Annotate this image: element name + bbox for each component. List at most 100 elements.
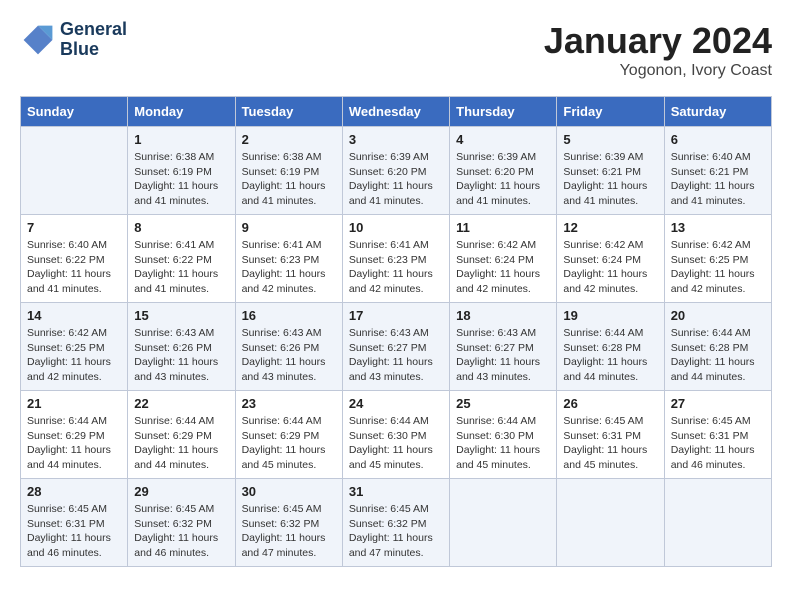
calendar-week-row: 7 Sunrise: 6:40 AMSunset: 6:22 PMDaylight… — [21, 215, 772, 303]
logo: General Blue — [20, 20, 127, 60]
calendar-week-row: 21 Sunrise: 6:44 AMSunset: 6:29 PMDayligh… — [21, 391, 772, 479]
calendar-cell: 7 Sunrise: 6:40 AMSunset: 6:22 PMDaylight… — [21, 215, 128, 303]
day-info: Sunrise: 6:44 AMSunset: 6:28 PMDaylight:… — [671, 326, 765, 385]
day-info: Sunrise: 6:43 AMSunset: 6:26 PMDaylight:… — [242, 326, 336, 385]
day-number: 5 — [563, 132, 657, 147]
day-number: 8 — [134, 220, 228, 235]
calendar-cell: 29 Sunrise: 6:45 AMSunset: 6:32 PMDayligh… — [128, 479, 235, 567]
day-number: 31 — [349, 484, 443, 499]
calendar-cell — [21, 127, 128, 215]
day-info: Sunrise: 6:42 AMSunset: 6:25 PMDaylight:… — [671, 238, 765, 297]
calendar-week-row: 1 Sunrise: 6:38 AMSunset: 6:19 PMDaylight… — [21, 127, 772, 215]
day-number: 10 — [349, 220, 443, 235]
day-number: 11 — [456, 220, 550, 235]
day-number: 7 — [27, 220, 121, 235]
day-info: Sunrise: 6:44 AMSunset: 6:29 PMDaylight:… — [27, 414, 121, 473]
day-number: 24 — [349, 396, 443, 411]
calendar-cell: 5 Sunrise: 6:39 AMSunset: 6:21 PMDaylight… — [557, 127, 664, 215]
page-header: General Blue January 2024 Yogonon, Ivory… — [20, 20, 772, 80]
calendar-cell: 1 Sunrise: 6:38 AMSunset: 6:19 PMDaylight… — [128, 127, 235, 215]
day-info: Sunrise: 6:42 AMSunset: 6:24 PMDaylight:… — [563, 238, 657, 297]
weekday-header: Sunday — [21, 97, 128, 127]
calendar-cell — [450, 479, 557, 567]
weekday-header: Monday — [128, 97, 235, 127]
day-number: 19 — [563, 308, 657, 323]
day-number: 6 — [671, 132, 765, 147]
calendar-cell: 30Sunrise: 6:45 AMSunset: 6:32 PMDayligh… — [235, 479, 342, 567]
calendar-cell: 10 Sunrise: 6:41 AMSunset: 6:23 PMDayligh… — [342, 215, 449, 303]
day-info: Sunrise: 6:45 AMSunset: 6:31 PMDaylight:… — [27, 502, 121, 561]
day-number: 23 — [242, 396, 336, 411]
calendar-cell: 8Sunrise: 6:41 AMSunset: 6:22 PMDaylight… — [128, 215, 235, 303]
day-number: 29 — [134, 484, 228, 499]
day-info: Sunrise: 6:43 AMSunset: 6:27 PMDaylight:… — [456, 326, 550, 385]
day-info: Sunrise: 6:44 AMSunset: 6:28 PMDaylight:… — [563, 326, 657, 385]
day-info: Sunrise: 6:45 AMSunset: 6:31 PMDaylight:… — [671, 414, 765, 473]
day-info: Sunrise: 6:44 AMSunset: 6:30 PMDaylight:… — [349, 414, 443, 473]
calendar-week-row: 14Sunrise: 6:42 AMSunset: 6:25 PMDayligh… — [21, 303, 772, 391]
calendar-cell: 23 Sunrise: 6:44 AMSunset: 6:29 PMDayligh… — [235, 391, 342, 479]
day-number: 22 — [134, 396, 228, 411]
weekday-header: Wednesday — [342, 97, 449, 127]
calendar-cell: 3Sunrise: 6:39 AMSunset: 6:20 PMDaylight… — [342, 127, 449, 215]
day-info: Sunrise: 6:40 AMSunset: 6:21 PMDaylight:… — [671, 150, 765, 209]
day-info: Sunrise: 6:44 AMSunset: 6:29 PMDaylight:… — [242, 414, 336, 473]
day-info: Sunrise: 6:45 AMSunset: 6:32 PMDaylight:… — [134, 502, 228, 561]
day-number: 13 — [671, 220, 765, 235]
day-number: 27 — [671, 396, 765, 411]
day-number: 4 — [456, 132, 550, 147]
day-info: Sunrise: 6:43 AMSunset: 6:27 PMDaylight:… — [349, 326, 443, 385]
calendar-week-row: 28 Sunrise: 6:45 AMSunset: 6:31 PMDayligh… — [21, 479, 772, 567]
calendar-cell: 28 Sunrise: 6:45 AMSunset: 6:31 PMDayligh… — [21, 479, 128, 567]
weekday-header: Thursday — [450, 97, 557, 127]
day-number: 1 — [134, 132, 228, 147]
day-info: Sunrise: 6:39 AMSunset: 6:20 PMDaylight:… — [456, 150, 550, 209]
calendar-cell: 21 Sunrise: 6:44 AMSunset: 6:29 PMDayligh… — [21, 391, 128, 479]
calendar-cell: 31 Sunrise: 6:45 AMSunset: 6:32 PMDayligh… — [342, 479, 449, 567]
day-info: Sunrise: 6:44 AMSunset: 6:29 PMDaylight:… — [134, 414, 228, 473]
calendar-cell: 9Sunrise: 6:41 AMSunset: 6:23 PMDaylight… — [235, 215, 342, 303]
day-number: 17 — [349, 308, 443, 323]
calendar-cell — [664, 479, 771, 567]
day-number: 2 — [242, 132, 336, 147]
day-number: 18 — [456, 308, 550, 323]
calendar-cell: 12 Sunrise: 6:42 AMSunset: 6:24 PMDayligh… — [557, 215, 664, 303]
calendar-cell: 15 Sunrise: 6:43 AMSunset: 6:26 PMDayligh… — [128, 303, 235, 391]
day-number: 21 — [27, 396, 121, 411]
calendar-cell: 27 Sunrise: 6:45 AMSunset: 6:31 PMDayligh… — [664, 391, 771, 479]
logo-icon — [20, 22, 56, 58]
day-info: Sunrise: 6:45 AMSunset: 6:32 PMDaylight:… — [349, 502, 443, 561]
day-number: 20 — [671, 308, 765, 323]
calendar-cell: 4 Sunrise: 6:39 AMSunset: 6:20 PMDaylight… — [450, 127, 557, 215]
day-info: Sunrise: 6:39 AMSunset: 6:21 PMDaylight:… — [563, 150, 657, 209]
day-number: 15 — [134, 308, 228, 323]
calendar-cell: 25 Sunrise: 6:44 AMSunset: 6:30 PMDayligh… — [450, 391, 557, 479]
day-info: Sunrise: 6:38 AMSunset: 6:19 PMDaylight:… — [242, 150, 336, 209]
day-info: Sunrise: 6:43 AMSunset: 6:26 PMDaylight:… — [134, 326, 228, 385]
day-number: 28 — [27, 484, 121, 499]
title-block: January 2024 Yogonon, Ivory Coast — [544, 20, 772, 80]
calendar-cell: 2 Sunrise: 6:38 AMSunset: 6:19 PMDaylight… — [235, 127, 342, 215]
day-number: 3 — [349, 132, 443, 147]
calendar-cell: 16Sunrise: 6:43 AMSunset: 6:26 PMDayligh… — [235, 303, 342, 391]
calendar-cell: 13 Sunrise: 6:42 AMSunset: 6:25 PMDayligh… — [664, 215, 771, 303]
day-info: Sunrise: 6:41 AMSunset: 6:23 PMDaylight:… — [349, 238, 443, 297]
weekday-header: Saturday — [664, 97, 771, 127]
logo-text: General Blue — [60, 20, 127, 60]
month-title: January 2024 — [544, 20, 772, 62]
calendar-table: SundayMondayTuesdayWednesdayThursdayFrid… — [20, 96, 772, 567]
day-number: 25 — [456, 396, 550, 411]
day-number: 12 — [563, 220, 657, 235]
day-info: Sunrise: 6:45 AMSunset: 6:31 PMDaylight:… — [563, 414, 657, 473]
day-info: Sunrise: 6:44 AMSunset: 6:30 PMDaylight:… — [456, 414, 550, 473]
day-info: Sunrise: 6:38 AMSunset: 6:19 PMDaylight:… — [134, 150, 228, 209]
day-info: Sunrise: 6:45 AMSunset: 6:32 PMDaylight:… — [242, 502, 336, 561]
weekday-header: Tuesday — [235, 97, 342, 127]
location-subtitle: Yogonon, Ivory Coast — [544, 62, 772, 80]
day-info: Sunrise: 6:40 AMSunset: 6:22 PMDaylight:… — [27, 238, 121, 297]
day-number: 9 — [242, 220, 336, 235]
day-number: 26 — [563, 396, 657, 411]
calendar-cell: 20 Sunrise: 6:44 AMSunset: 6:28 PMDayligh… — [664, 303, 771, 391]
day-info: Sunrise: 6:42 AMSunset: 6:24 PMDaylight:… — [456, 238, 550, 297]
calendar-cell — [557, 479, 664, 567]
